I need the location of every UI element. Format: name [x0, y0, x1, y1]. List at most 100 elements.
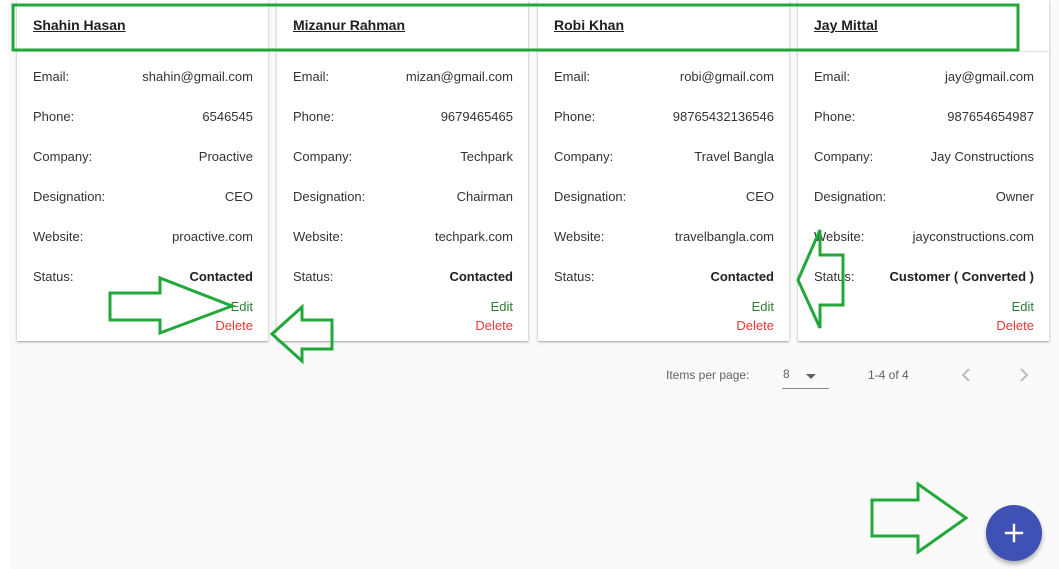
email-label: Email:	[814, 69, 851, 84]
status-label: Status:	[554, 269, 595, 284]
website-label: Website:	[293, 229, 344, 244]
items-per-page-select[interactable]: 8	[782, 364, 829, 389]
phone-label: Phone:	[554, 109, 596, 124]
chevron-left-icon	[961, 368, 970, 382]
page-size-value: 8	[783, 367, 790, 381]
add-contact-button[interactable]	[986, 505, 1042, 561]
designation-row: Designation: CEO	[33, 189, 253, 207]
website-label: Website:	[33, 229, 84, 244]
delete-link[interactable]: Delete	[475, 318, 513, 333]
company-row: Company: Jay Constructions	[814, 149, 1034, 167]
delete-link[interactable]: Delete	[996, 318, 1034, 333]
designation-label: Designation:	[293, 189, 366, 204]
company-label: Company:	[33, 149, 93, 164]
website-value: techpark.com	[434, 229, 513, 244]
phone-value: 98765432136546	[672, 109, 774, 124]
status-row: Status: Customer ( Converted )	[814, 269, 1034, 287]
designation-label: Designation:	[814, 189, 887, 204]
contact-card: Shahin Hasan Email: shahin@gmail.com Phon…	[17, 0, 268, 341]
card-header: Jay Mittal	[798, 0, 1049, 52]
company-value: Proactive	[198, 149, 253, 164]
email-value: jay@gmail.com	[944, 69, 1034, 84]
contact-card: Jay Mittal Email: jay@gmail.com Phone: 987…	[798, 0, 1049, 341]
next-page-button[interactable]	[1012, 363, 1036, 387]
company-value: Techpark	[460, 149, 513, 164]
website-value: travelbangla.com	[675, 229, 774, 244]
items-per-page-label: Items per page:	[666, 368, 750, 382]
status-label: Status:	[814, 269, 855, 284]
paginator: Items per page: 8 1-4 of 4	[0, 360, 1059, 390]
website-label: Website:	[554, 229, 605, 244]
delete-link[interactable]: Delete	[215, 318, 253, 333]
status-row: Status: Contacted	[554, 269, 774, 287]
range-label: 1-4 of 4	[868, 368, 909, 382]
phone-row: Phone: 98765432136546	[554, 109, 774, 127]
edit-link[interactable]: Edit	[231, 299, 253, 314]
edit-link[interactable]: Edit	[491, 299, 513, 314]
email-label: Email:	[293, 69, 330, 84]
email-value: robi@gmail.com	[679, 69, 774, 84]
designation-value: CEO	[745, 189, 774, 204]
status-label: Status:	[33, 269, 74, 284]
email-value: shahin@gmail.com	[142, 69, 253, 84]
contact-card: Mizanur Rahman Email: mizan@gmail.com Pho…	[277, 0, 528, 341]
website-row: Website: proactive.com	[33, 229, 253, 247]
contact-card-list: Shahin Hasan Email: shahin@gmail.com Phon…	[17, 0, 1051, 342]
designation-value: Chairman	[456, 189, 513, 204]
phone-label: Phone:	[33, 109, 75, 124]
previous-page-button[interactable]	[954, 363, 978, 387]
website-row: Website: techpark.com	[293, 229, 513, 247]
designation-row: Designation: Chairman	[293, 189, 513, 207]
website-value: jayconstructions.com	[912, 229, 1034, 244]
edit-link[interactable]: Edit	[752, 299, 774, 314]
email-row: Email: mizan@gmail.com	[293, 69, 513, 87]
status-value: Customer ( Converted )	[889, 269, 1034, 284]
email-row: Email: shahin@gmail.com	[33, 69, 253, 87]
designation-row: Designation: CEO	[554, 189, 774, 207]
phone-value: 6546545	[202, 109, 253, 124]
status-row: Status: Contacted	[293, 269, 513, 287]
designation-label: Designation:	[554, 189, 627, 204]
phone-value: 9679465465	[440, 109, 513, 124]
card-header: Robi Khan	[538, 0, 789, 52]
email-label: Email:	[554, 69, 591, 84]
phone-value: 987654654987	[947, 109, 1034, 124]
company-row: Company: Proactive	[33, 149, 253, 167]
email-value: mizan@gmail.com	[405, 69, 513, 84]
chevron-right-icon	[1020, 368, 1029, 382]
side-strip	[0, 0, 9, 569]
card-header: Shahin Hasan	[17, 0, 268, 52]
status-value: Contacted	[189, 269, 253, 284]
contact-card: Robi Khan Email: robi@gmail.com Phone: 987…	[538, 0, 789, 341]
phone-label: Phone:	[293, 109, 335, 124]
phone-label: Phone:	[814, 109, 856, 124]
contact-name-link[interactable]: Mizanur Rahman	[293, 17, 405, 33]
designation-value: CEO	[224, 189, 253, 204]
website-row: Website: travelbangla.com	[554, 229, 774, 247]
designation-value: Owner	[995, 189, 1034, 204]
company-label: Company:	[293, 149, 353, 164]
delete-link[interactable]: Delete	[736, 318, 774, 333]
edit-link[interactable]: Edit	[1012, 299, 1034, 314]
website-label: Website:	[814, 229, 865, 244]
contact-name-link[interactable]: Jay Mittal	[814, 17, 878, 33]
email-row: Email: jay@gmail.com	[814, 69, 1034, 87]
company-row: Company: Travel Bangla	[554, 149, 774, 167]
contact-name-link[interactable]: Shahin Hasan	[33, 17, 126, 33]
caret-down-icon	[806, 374, 816, 379]
website-row: Website: jayconstructions.com	[814, 229, 1034, 247]
company-value: Jay Constructions	[930, 149, 1034, 164]
status-value: Contacted	[449, 269, 513, 284]
status-value: Contacted	[710, 269, 774, 284]
designation-label: Designation:	[33, 189, 106, 204]
website-value: proactive.com	[172, 229, 253, 244]
phone-row: Phone: 987654654987	[814, 109, 1034, 127]
company-label: Company:	[554, 149, 614, 164]
company-row: Company: Techpark	[293, 149, 513, 167]
contact-name-link[interactable]: Robi Khan	[554, 17, 624, 33]
phone-row: Phone: 9679465465	[293, 109, 513, 127]
arrow-to-fab-annotation	[870, 481, 969, 555]
status-row: Status: Contacted	[33, 269, 253, 287]
status-label: Status:	[293, 269, 334, 284]
card-header: Mizanur Rahman	[277, 0, 528, 52]
